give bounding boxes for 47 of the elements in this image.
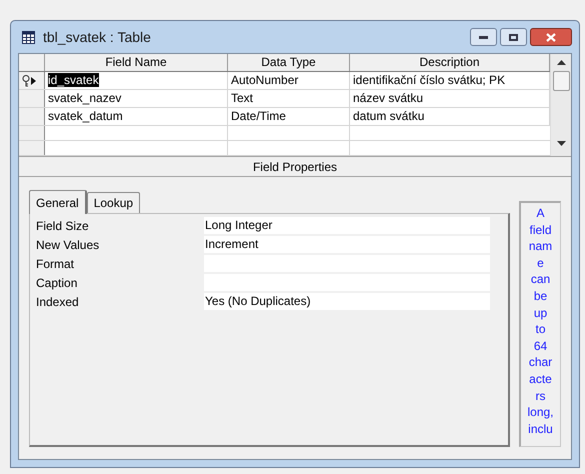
scrollbar[interactable] — [550, 54, 571, 156]
section-title: Field Properties — [252, 158, 338, 176]
help-text: up — [534, 304, 548, 322]
property-field[interactable]: Long Integer — [204, 217, 490, 234]
minimize-button[interactable] — [470, 28, 497, 46]
help-text: acte — [529, 370, 552, 388]
help-text: char — [528, 354, 552, 371]
column-header[interactable]: Data Type — [228, 54, 350, 71]
scroll-up-icon[interactable] — [556, 60, 566, 65]
table-cell: datum svátku — [353, 109, 424, 123]
table-cell: svatek_datum — [48, 109, 123, 123]
table-cell: Date/Time — [231, 109, 286, 123]
scroll-thumb[interactable] — [552, 71, 570, 91]
close-button[interactable] — [530, 28, 572, 46]
table-cell: AutoNumber — [231, 73, 298, 87]
window-title: tbl_svatek : Table — [43, 28, 151, 47]
property-label: Field Size — [36, 218, 90, 234]
help-text: rs — [536, 388, 546, 404]
row-selector[interactable] — [19, 72, 45, 89]
property-label: New Values — [36, 236, 100, 254]
tab[interactable]: Lookup — [86, 192, 140, 213]
help-text: field — [529, 222, 552, 238]
property-label: Format — [36, 256, 76, 272]
property-field[interactable]: Increment — [204, 236, 490, 253]
help-text: inclu — [528, 420, 553, 438]
help-text: A — [536, 205, 544, 222]
table-cell: id_svatek — [48, 73, 99, 87]
table-cell: svatek_nazev — [48, 91, 122, 105]
help-text: can — [530, 271, 550, 288]
help-text: 64 — [534, 338, 548, 354]
property-label: Caption — [36, 274, 78, 292]
help-text: nam — [528, 238, 552, 255]
help-text: be — [534, 288, 548, 305]
scroll-down-icon[interactable] — [556, 141, 566, 146]
property-label: Indexed — [36, 294, 80, 310]
maximize-button[interactable] — [500, 28, 527, 46]
table-icon — [22, 30, 35, 44]
help-text: e — [537, 254, 544, 272]
table-cell: Text — [231, 91, 254, 105]
property-field[interactable]: Yes (No Duplicates) — [204, 293, 490, 310]
table-cell: identifikační číslo svátku; PK — [353, 73, 506, 87]
help-text: long, — [527, 404, 554, 421]
tab[interactable]: General — [29, 190, 87, 214]
help-text: to — [535, 321, 546, 338]
table-cell: název svátku — [353, 91, 424, 105]
column-header[interactable]: Field Name — [45, 54, 228, 71]
close-icon — [546, 32, 556, 42]
